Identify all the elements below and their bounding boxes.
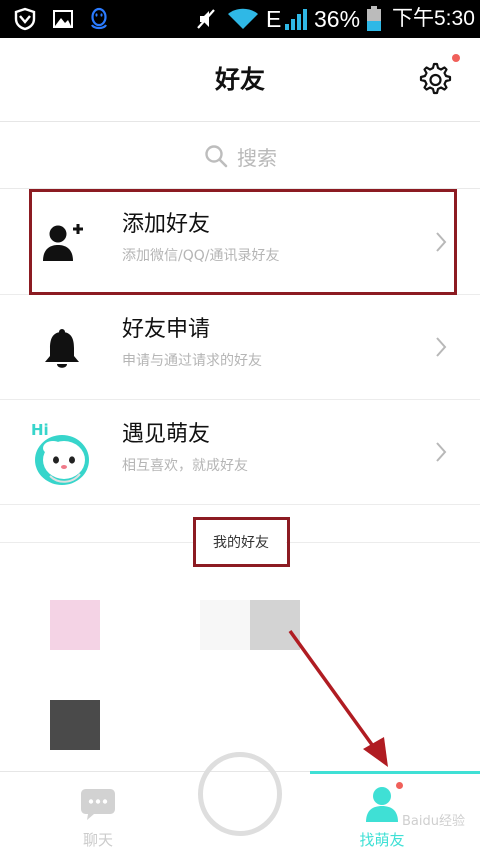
svg-text:Hi: Hi (31, 421, 49, 439)
settings-badge-dot (452, 54, 460, 62)
search-bar[interactable]: 搜索 (0, 123, 480, 189)
row-title: 遇见萌友 (122, 422, 211, 447)
page-title: 好友 (214, 65, 265, 94)
cute-ghost-avatar-icon: Hi (31, 421, 89, 485)
top-header: 好友 (0, 38, 480, 122)
search-icon (205, 145, 228, 168)
row-title: 好友申请 (122, 317, 211, 342)
center-action-button[interactable] (198, 752, 282, 836)
tab-chat[interactable]: 聊天 (38, 785, 158, 851)
tab-label: 找萌友 (359, 831, 405, 849)
friend-avatar[interactable] (200, 600, 250, 650)
friend-requests-row[interactable]: 好友申请 申请与通过请求的好友 (0, 295, 480, 400)
clock: 下午5:30 (392, 7, 475, 30)
gear-icon[interactable] (414, 60, 454, 100)
qq-penguin-icon (91, 7, 107, 30)
search-placeholder: 搜索 (237, 145, 277, 170)
chat-bubble-icon (81, 789, 115, 820)
highlight-box-my-friends (193, 517, 290, 567)
tab-label: 聊天 (82, 831, 113, 849)
signal-icon (285, 9, 307, 30)
tab-badge-dot (396, 782, 403, 789)
network-type: E (266, 6, 282, 32)
highlight-box-add-friend (29, 189, 457, 295)
wifi-icon (228, 8, 258, 29)
person-icon (366, 787, 398, 822)
battery-percent: 36% (314, 6, 361, 32)
row-subtitle: 相互喜欢，就成好友 (122, 458, 248, 474)
watermark: Baidu经验 (402, 814, 465, 829)
battery-icon (367, 6, 381, 31)
meet-friends-row[interactable]: Hi 遇见萌友 相互喜欢，就成好友 (0, 400, 480, 505)
gallery-icon (53, 10, 73, 28)
shield-icon (14, 7, 36, 31)
row-subtitle: 申请与通过请求的好友 (122, 353, 262, 369)
friend-avatar[interactable] (50, 600, 100, 650)
friend-avatar[interactable] (50, 700, 100, 750)
mute-icon (197, 9, 215, 29)
chevron-right-icon (436, 337, 447, 357)
bell-icon (45, 329, 79, 368)
annotation-arrow (288, 629, 388, 767)
chevron-right-icon (436, 442, 447, 462)
active-tab-indicator (310, 771, 480, 774)
status-bar: E 36% 下午5:30 (0, 0, 480, 38)
